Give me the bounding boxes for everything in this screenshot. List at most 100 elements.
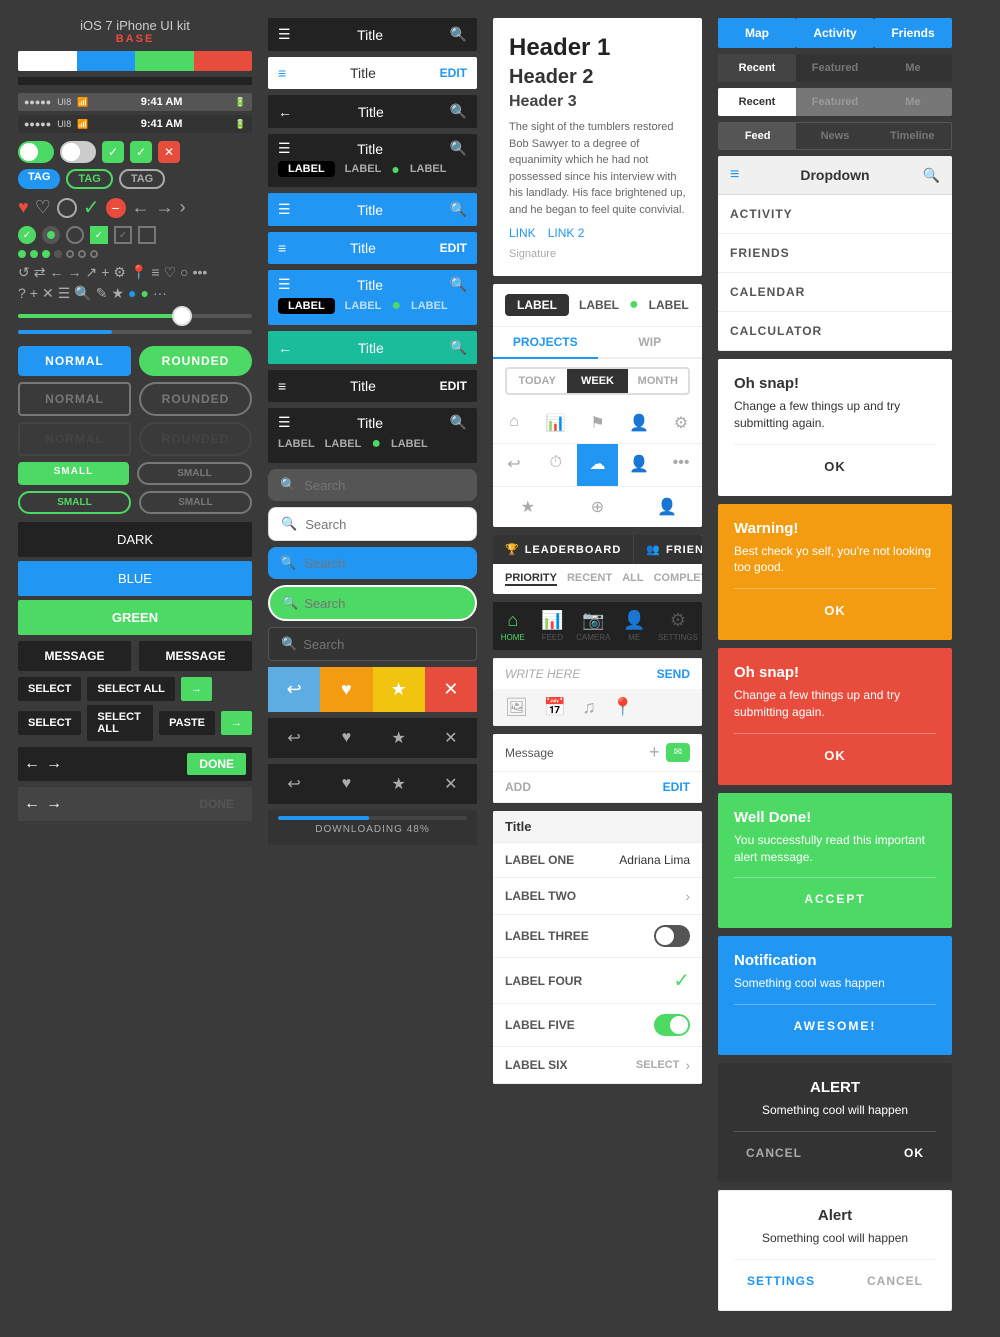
hamburger-icon-4[interactable]: ☰ bbox=[278, 276, 291, 293]
toggle-1[interactable] bbox=[18, 141, 54, 163]
table-row-label-six[interactable]: LABEL SIX SELECT › bbox=[493, 1047, 702, 1084]
segment-today[interactable]: TODAY bbox=[507, 369, 567, 393]
rounded-outline-button[interactable]: ROUNDED bbox=[139, 382, 252, 416]
checkbox-1[interactable]: ✓ bbox=[18, 226, 36, 244]
dropdown-item-activity[interactable]: ACTIVITY bbox=[718, 195, 952, 234]
tab-recent-2[interactable]: Recent bbox=[718, 88, 796, 116]
done-button[interactable]: DONE bbox=[187, 753, 246, 775]
icon-tab-clock[interactable]: ⏱ bbox=[535, 444, 577, 486]
back-icon[interactable]: ← bbox=[278, 104, 292, 120]
alert-ok-button-2[interactable]: OK bbox=[812, 597, 858, 624]
filter-recent[interactable]: RECENT bbox=[567, 572, 612, 586]
rounded-green-button[interactable]: ROUNDED bbox=[139, 346, 252, 376]
calendar-media-icon[interactable]: 📅 bbox=[544, 697, 566, 718]
search-nav-icon-3[interactable]: 🔍 bbox=[450, 140, 467, 157]
search-nav-icon-5[interactable]: 🔍 bbox=[450, 276, 467, 293]
action-btn-dark-3[interactable]: ★ bbox=[373, 718, 425, 758]
article-link-1[interactable]: LINK bbox=[509, 226, 536, 240]
table-row-label-two[interactable]: LABEL TWO › bbox=[493, 878, 702, 915]
select-all-button[interactable]: SELECT ALL bbox=[87, 677, 174, 701]
hamburger-icon-3[interactable]: ☰ bbox=[278, 201, 291, 218]
icon-tab-person2[interactable]: 👤 bbox=[618, 444, 660, 486]
search-input-dark[interactable] bbox=[304, 478, 480, 493]
search-input-white[interactable] bbox=[305, 517, 481, 532]
normal-blue-button[interactable]: NORMAL bbox=[18, 346, 131, 376]
icon-tab-settings[interactable]: ⚙ bbox=[660, 403, 702, 443]
select-button[interactable]: SELECT bbox=[18, 677, 81, 701]
icon-tab-flag[interactable]: ⚑ bbox=[577, 403, 619, 443]
nav-edit-button-3[interactable]: EDIT bbox=[440, 379, 467, 393]
icon-tab-chart[interactable]: 📊 bbox=[535, 403, 577, 443]
hamburger-icon[interactable]: ☰ bbox=[278, 26, 291, 43]
tab-recent-1[interactable]: Recent bbox=[718, 54, 796, 82]
action-btn-dark-1[interactable]: ↩ bbox=[268, 718, 320, 758]
action-btn-yellow[interactable]: ★ bbox=[373, 667, 425, 712]
tab-activity[interactable]: Activity bbox=[796, 18, 874, 48]
slider-thumb[interactable] bbox=[172, 306, 192, 326]
leaderboard-button[interactable]: 🏆 LEADERBOARD bbox=[493, 535, 633, 564]
search-bar-green[interactable]: 🔍 bbox=[268, 585, 477, 621]
checkbox-sq[interactable]: ✓ bbox=[90, 226, 108, 244]
bottom-nav-camera[interactable]: 📷 CAMERA bbox=[572, 602, 614, 650]
search-nav-icon-7[interactable]: 🔍 bbox=[450, 414, 467, 431]
arrow-button-2[interactable]: → bbox=[221, 711, 252, 735]
dropdown-item-calculator[interactable]: CALCULATOR bbox=[718, 312, 952, 351]
image-media-icon[interactable]: 🖼 bbox=[505, 697, 528, 718]
checkmark-box-2[interactable]: ✓ bbox=[130, 141, 152, 163]
checkbox-dot[interactable] bbox=[42, 226, 60, 244]
segment-week[interactable]: WEEK bbox=[567, 369, 627, 393]
select-all-button-2[interactable]: SELECT ALL bbox=[87, 705, 153, 741]
small-outline-green-button[interactable]: SMALL bbox=[18, 491, 131, 514]
dropdown-item-calendar[interactable]: CALENDAR bbox=[718, 273, 952, 312]
list-nav-icon[interactable]: ≡ bbox=[278, 65, 286, 81]
alert-accept-button[interactable]: ACCEPT bbox=[792, 886, 877, 912]
segment-month[interactable]: MONTH bbox=[628, 369, 688, 393]
toggle-2[interactable] bbox=[60, 141, 96, 163]
alert-settings-button[interactable]: SETTINGS bbox=[735, 1268, 827, 1294]
tab-map[interactable]: Map bbox=[718, 18, 796, 48]
alert-cancel-button-2[interactable]: CANCEL bbox=[855, 1268, 935, 1294]
bottom-nav-me[interactable]: 👤 ME bbox=[614, 602, 654, 650]
filter-complete[interactable]: COMPLETE bbox=[654, 572, 702, 586]
bottom-nav-settings[interactable]: ⚙ SETTINGS bbox=[654, 602, 702, 650]
bottom-nav-home[interactable]: ⌂ HOME bbox=[493, 602, 533, 650]
alert-ok-button-3[interactable]: OK bbox=[812, 742, 858, 769]
blue-button[interactable]: BLUE bbox=[18, 561, 252, 596]
nav-edit-button-2[interactable]: EDIT bbox=[440, 241, 467, 255]
checkbox-sq-check[interactable]: ✓ bbox=[114, 226, 132, 244]
cross-box[interactable]: ✕ bbox=[158, 141, 180, 163]
search-nav-icon-2[interactable]: 🔍 bbox=[450, 103, 467, 120]
arrow-button[interactable]: → bbox=[181, 677, 212, 701]
article-link-2[interactable]: LINK 2 bbox=[548, 226, 585, 240]
icon-tab-star[interactable]: ★ bbox=[493, 487, 563, 527]
chat-send-button[interactable]: SEND bbox=[657, 667, 690, 681]
music-media-icon[interactable]: ♫ bbox=[582, 697, 596, 718]
icon-tab-home[interactable]: ⌂ bbox=[493, 403, 535, 443]
tab-feed[interactable]: Feed bbox=[719, 123, 796, 149]
done-button-outline[interactable]: DONE bbox=[187, 793, 246, 815]
search-input-green[interactable] bbox=[304, 596, 480, 611]
action-btn-dark2-3[interactable]: ★ bbox=[373, 764, 425, 804]
filter-priority[interactable]: PRIORITY bbox=[505, 572, 557, 586]
small-outline-button[interactable]: SMALL bbox=[137, 462, 252, 485]
tab-news[interactable]: News bbox=[796, 123, 873, 149]
action-btn-dark2-1[interactable]: ↩ bbox=[268, 764, 320, 804]
edit-label[interactable]: EDIT bbox=[663, 780, 690, 794]
tab-friends[interactable]: Friends bbox=[874, 18, 952, 48]
compose-send-icon[interactable]: ✉ bbox=[666, 743, 690, 762]
tag-blue[interactable]: TAG bbox=[18, 169, 60, 189]
search-nav-icon[interactable]: 🔍 bbox=[450, 26, 467, 43]
action-btn-blue[interactable]: ↩ bbox=[268, 667, 320, 712]
tab-wip[interactable]: WIP bbox=[598, 327, 703, 357]
tag-green[interactable]: TAG bbox=[66, 169, 112, 189]
search-bar-white[interactable]: 🔍 bbox=[268, 507, 477, 541]
normal-outline-button[interactable]: NORMAL bbox=[18, 382, 131, 416]
icon-tab-cloud[interactable]: ☁ bbox=[577, 444, 619, 486]
action-btn-dark2-4[interactable]: ✕ bbox=[425, 764, 477, 804]
action-btn-orange[interactable]: ♥ bbox=[320, 667, 372, 712]
green-button[interactable]: GREEN bbox=[18, 600, 252, 635]
select-button-2[interactable]: SELECT bbox=[18, 711, 81, 735]
tab-me-1[interactable]: Me bbox=[874, 54, 952, 82]
tab-timeline[interactable]: Timeline bbox=[874, 123, 951, 149]
friends-button[interactable]: 👥 FRIENDS bbox=[633, 535, 702, 564]
